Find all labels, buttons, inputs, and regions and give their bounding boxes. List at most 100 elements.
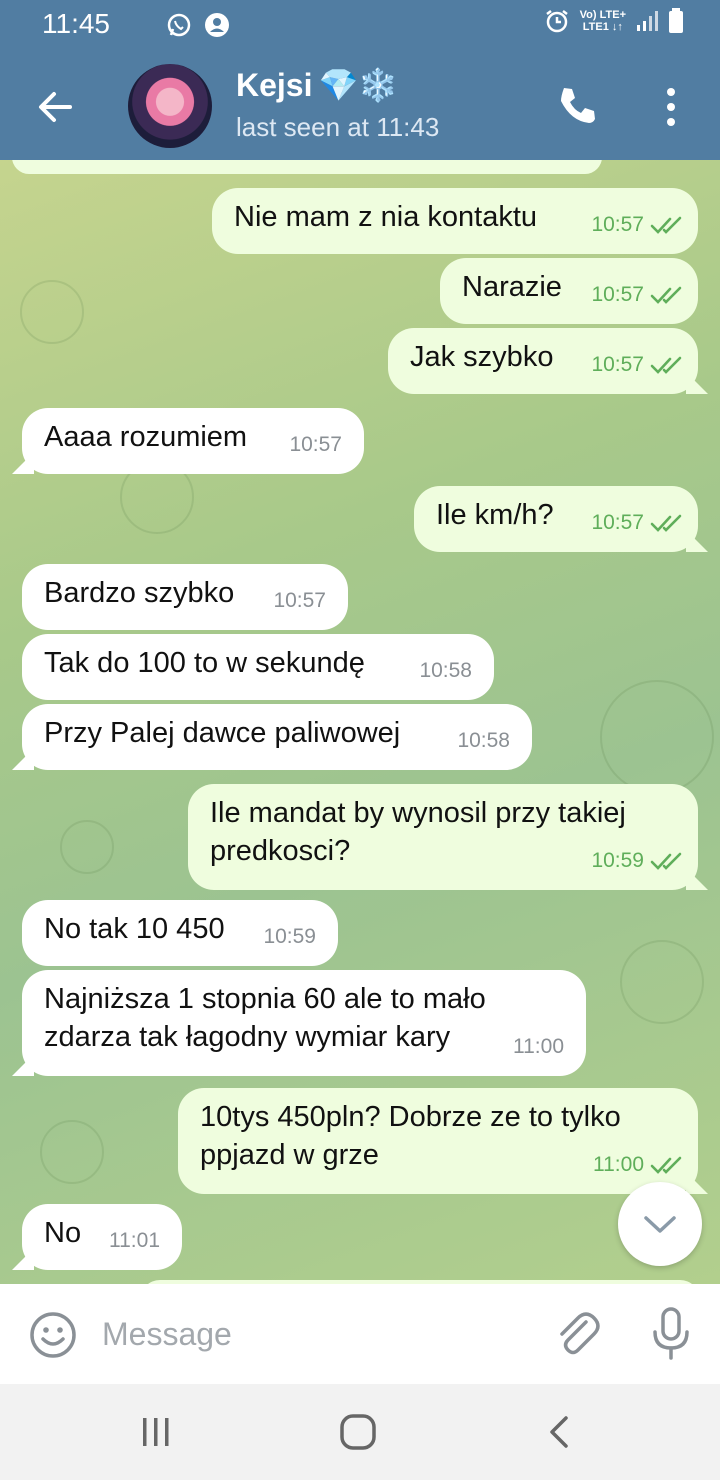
incoming-message[interactable]: Przy Palej dawce paliwowej 10:58	[12, 704, 532, 770]
message-meta: 10:57	[591, 206, 684, 244]
message-meta: 10:57	[289, 426, 342, 464]
incoming-message[interactable]: Bardzo szybko 10:57	[22, 564, 348, 630]
chevron-down-icon	[644, 1216, 676, 1233]
incoming-message[interactable]: Tak do 100 to w sekundę 10:58	[22, 634, 494, 700]
message-meta: 10:58	[457, 722, 510, 760]
background-doodle	[620, 940, 704, 1024]
background-doodle	[600, 680, 714, 794]
background-doodle	[40, 1120, 104, 1184]
message-text: No tak 10 450	[44, 913, 225, 945]
message-meta: 10:59	[591, 842, 684, 880]
message-time: 10:58	[457, 729, 510, 752]
outgoing-message[interactable]: Narazie 10:57	[440, 258, 698, 324]
status-bar: 11:45 Vo) LTE+ LTE1 ↓↑	[0, 0, 720, 48]
network-indicator: Vo) LTE+ LTE1 ↓↑	[580, 9, 626, 33]
message-time: 11:00	[593, 1153, 644, 1176]
message-time: 10:59	[263, 925, 316, 948]
attach-button[interactable]	[552, 1308, 602, 1360]
contact-title[interactable]: Kejsi 💎❄️	[236, 66, 398, 104]
network-bottom: LTE1 ↓↑	[582, 21, 623, 33]
message-time: 11:01	[109, 1229, 160, 1252]
message-meta: 10:57	[273, 582, 326, 620]
home-button[interactable]	[336, 1412, 380, 1452]
account-icon	[205, 13, 229, 37]
chat-header: Kejsi 💎❄️ last seen at 11:43	[0, 60, 720, 156]
status-right: Vo) LTE+ LTE1 ↓↑	[544, 8, 684, 34]
outgoing-message[interactable]: Ile mandat by wynosil przy takiej predko…	[188, 784, 708, 890]
message-time: 10:57	[591, 213, 644, 236]
contact-name: Kejsi	[236, 66, 313, 103]
message-time: 10:58	[419, 659, 472, 682]
message-meta: 11:00	[593, 1146, 684, 1184]
double-check-icon	[650, 216, 682, 234]
bubble-tail	[12, 452, 34, 474]
double-check-icon	[650, 514, 682, 532]
message-meta: 10:57	[591, 276, 684, 314]
outgoing-message[interactable]: 10tys 450pln? Dobrze ze to tylko ppjazd …	[178, 1088, 708, 1194]
network-top: Vo) LTE+	[579, 9, 626, 21]
message-text: Narazie	[462, 271, 562, 303]
message-meta: 10:57	[591, 504, 684, 542]
signal-icon	[637, 11, 658, 31]
message-time: 10:57	[273, 589, 326, 612]
whatsapp-icon	[167, 13, 191, 37]
outgoing-message[interactable]: Ile km/h? 10:57	[414, 486, 708, 552]
message-time: 11:00	[513, 1035, 564, 1058]
bubble-tail	[686, 530, 708, 552]
message-input[interactable]	[100, 1308, 534, 1360]
composer-bar	[0, 1284, 720, 1384]
message-time: 10:59	[591, 849, 644, 872]
incoming-message[interactable]: Aaaa rozumiem 10:57	[12, 408, 364, 474]
message-text: Jak szybko	[410, 341, 554, 373]
message-meta: 10:58	[419, 652, 472, 690]
message-time: 10:57	[591, 353, 644, 376]
bubble-tail	[686, 1172, 708, 1194]
status-time: 11:45	[42, 8, 110, 39]
microphone-button[interactable]	[648, 1306, 694, 1362]
message-text: Najniższa 1 stopnia 60 ale to mało zdarz…	[44, 983, 486, 1053]
incoming-message[interactable]: Najniższa 1 stopnia 60 ale to mało zdarz…	[12, 970, 586, 1076]
message-meta: 10:57	[591, 346, 684, 384]
system-nav-bar	[0, 1384, 720, 1480]
message-text: Tak do 100 to w sekundę	[44, 647, 365, 679]
background-doodle	[20, 280, 84, 344]
battery-icon	[669, 8, 683, 33]
background-doodle	[60, 820, 114, 874]
message-time: 10:57	[591, 283, 644, 306]
message-text: Bardzo szybko	[44, 577, 235, 609]
bubble-tail	[12, 748, 34, 770]
double-check-icon	[650, 1156, 682, 1174]
incoming-message[interactable]: No tak 10 450 10:59	[22, 900, 338, 966]
bubble-tail	[686, 868, 708, 890]
message-bubble-partial	[12, 160, 602, 174]
chat-area[interactable]: Nie mam z nia kontaktu 10:57 Narazie 10:57 J…	[0, 160, 720, 1284]
emoji-button[interactable]	[28, 1310, 78, 1360]
app-header: 11:45 Vo) LTE+ LTE1 ↓↑ Kejsi 💎❄️ last se…	[0, 0, 720, 160]
message-meta: 11:01	[109, 1222, 160, 1260]
back-nav-button[interactable]	[538, 1412, 582, 1452]
back-button[interactable]	[30, 82, 80, 132]
double-check-icon	[650, 852, 682, 870]
more-options-button[interactable]	[656, 84, 686, 130]
last-seen-status: last seen at 11:43	[236, 112, 440, 142]
bubble-tail	[12, 1054, 34, 1076]
message-text: Nie mam z nia kontaktu	[234, 201, 538, 233]
message-text: Ile mandat by wynosil przy takiej predko…	[210, 797, 626, 867]
outgoing-message[interactable]: Nie mam z nia kontaktu 10:57	[212, 188, 698, 254]
message-text: No	[44, 1217, 82, 1249]
outgoing-message[interactable]: Jak szybko 10:57	[388, 328, 708, 394]
message-meta: 10:59	[263, 918, 316, 956]
alarm-icon	[545, 10, 568, 33]
bubble-tail	[686, 372, 708, 394]
scroll-down-button[interactable]	[618, 1182, 702, 1266]
message-text: 10tys 450pln? Dobrze ze to tylko ppjazd …	[200, 1101, 621, 1171]
name-emoji: 💎❄️	[318, 67, 399, 103]
message-text: Aaaa rozumiem	[44, 421, 248, 453]
contact-avatar[interactable]	[128, 64, 212, 148]
recent-apps-button[interactable]	[134, 1412, 178, 1452]
bubble-tail	[12, 1248, 34, 1270]
call-button[interactable]	[552, 82, 600, 130]
message-meta: 11:00	[513, 1028, 564, 1066]
message-time: 10:57	[591, 511, 644, 534]
incoming-message[interactable]: No 11:01	[12, 1204, 182, 1270]
